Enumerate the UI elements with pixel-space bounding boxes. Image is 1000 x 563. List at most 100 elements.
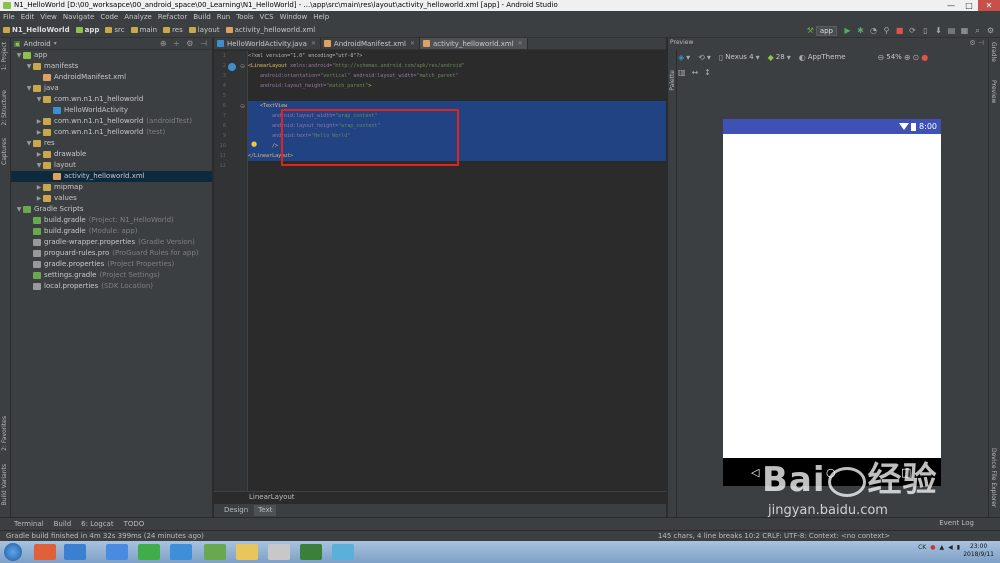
minimize-button[interactable]: — xyxy=(942,0,960,11)
breadcrumb-layout[interactable]: layout xyxy=(188,26,220,34)
chevron-right-icon[interactable]: ▶ xyxy=(35,193,43,204)
tree-item[interactable]: ▼ manifests xyxy=(11,61,212,72)
design-surface-select[interactable]: ◈ ▾ xyxy=(678,53,692,62)
chevron-down-icon[interactable]: ▾ xyxy=(54,40,57,47)
captures-tool-tab[interactable]: Captures xyxy=(1,138,8,165)
device-file-explorer-tab[interactable]: Device File Explorer xyxy=(990,448,997,507)
api-select[interactable]: ◆ 28 ▾ xyxy=(768,53,793,62)
logcat-tab[interactable]: 6: Logcat xyxy=(81,520,113,528)
tree-item[interactable]: gradle-wrapper.properties (Gradle Version… xyxy=(11,237,212,248)
build-tab[interactable]: Build xyxy=(54,520,72,528)
avd-manager-icon[interactable]: ▯ xyxy=(920,26,931,36)
orientation-select[interactable]: ⟲ ▾ xyxy=(698,53,713,62)
bird-app-icon[interactable] xyxy=(170,544,192,560)
menu-refactor[interactable]: Refactor xyxy=(158,13,187,21)
run-icon[interactable]: ▶ xyxy=(842,26,853,36)
tree-item[interactable]: ▶ values xyxy=(11,193,212,204)
menu-view[interactable]: View xyxy=(40,13,57,21)
fold-icon[interactable]: ⊖ xyxy=(240,103,245,110)
ie-icon[interactable] xyxy=(64,544,86,560)
ime-icon[interactable]: ● xyxy=(930,544,935,551)
device-select[interactable]: ▯ Nexus 4 ▾ xyxy=(719,53,762,62)
menu-file[interactable]: File xyxy=(3,13,15,21)
chevron-down-icon[interactable]: ▼ xyxy=(25,138,33,149)
zoom-fit-icon[interactable]: ⊙ xyxy=(913,53,920,62)
profile-icon[interactable]: ◔ xyxy=(868,26,879,36)
project-view-select[interactable]: Android xyxy=(24,40,51,48)
start-button[interactable] xyxy=(4,543,22,561)
zoom-out-icon[interactable]: ⊖ xyxy=(878,53,885,62)
gradle-tool-tab[interactable]: Gradle xyxy=(990,42,997,62)
project-structure-icon[interactable]: ▦ xyxy=(959,26,970,36)
maximize-button[interactable]: □ xyxy=(960,0,978,11)
menu-tools[interactable]: Tools xyxy=(236,13,253,21)
breadcrumb-file[interactable]: activity_helloworld.xml xyxy=(225,26,315,34)
todo-tab[interactable]: TODO xyxy=(124,520,145,528)
theme-select[interactable]: ◐ AppTheme xyxy=(799,53,846,62)
tree-item[interactable]: activity_helloworld.xml xyxy=(11,171,212,182)
chevron-down-icon[interactable]: ▼ xyxy=(35,94,43,105)
tray-icon[interactable]: ▲ xyxy=(939,544,944,551)
panel-options-icons[interactable]: ⚙ ⊣ xyxy=(969,38,984,48)
tree-item[interactable]: local.properties (SDK Location) xyxy=(11,281,212,292)
tree-item[interactable]: HelloWorldActivity xyxy=(11,105,212,116)
close-tab-icon[interactable]: ✕ xyxy=(311,40,316,47)
search-icon[interactable]: ⌕ xyxy=(972,26,983,36)
xml-breadcrumb[interactable]: LinearLayout xyxy=(214,491,666,503)
tree-item[interactable]: build.gradle (Project: N1_HelloWorld) xyxy=(11,215,212,226)
fold-icon[interactable]: ⊖ xyxy=(240,63,245,70)
tree-item[interactable]: ▼ Gradle Scripts xyxy=(11,204,212,215)
sync-icon[interactable]: ⟳ xyxy=(907,26,918,36)
chevron-down-icon[interactable]: ▼ xyxy=(25,83,33,94)
structure-tool-tab[interactable]: 2: Structure xyxy=(1,90,8,126)
app-icon[interactable] xyxy=(204,544,226,560)
error-icon[interactable]: ● xyxy=(921,53,928,62)
tree-item[interactable]: settings.gradle (Project Settings) xyxy=(11,270,212,281)
palette-tool-tab[interactable]: Palette xyxy=(669,70,676,91)
chevron-down-icon[interactable]: ▼ xyxy=(25,61,33,72)
close-button[interactable]: ✕ xyxy=(978,0,1000,11)
tree-item[interactable]: ▶ drawable xyxy=(11,149,212,160)
hammer-icon[interactable]: ⚒ xyxy=(805,26,816,36)
zoom-in-icon[interactable]: ⊕ xyxy=(904,53,911,62)
menu-help[interactable]: Help xyxy=(313,13,329,21)
layout-inspector-icon[interactable]: ▤ xyxy=(946,26,957,36)
breadcrumb-project[interactable]: N1_HelloWorld xyxy=(3,26,70,34)
network-icon[interactable]: ▮ xyxy=(957,544,960,551)
office-icon[interactable] xyxy=(34,544,56,560)
build-variants-tool-tab[interactable]: Build Variants xyxy=(1,464,8,505)
menu-edit[interactable]: Edit xyxy=(21,13,35,21)
tab-helloworldactivity[interactable]: HelloWorldActivity.java ✕ xyxy=(214,38,321,49)
sdk-manager-icon[interactable]: ⬇ xyxy=(933,26,944,36)
tree-item[interactable]: ▼ com.wn.n1.n1_helloworld xyxy=(11,94,212,105)
run-config-select[interactable]: app xyxy=(815,25,837,36)
panel-options-icons[interactable]: ⊕ ÷ ⚙ ⊣ xyxy=(160,39,209,48)
chevron-right-icon[interactable]: ▶ xyxy=(35,182,43,193)
menu-build[interactable]: Build xyxy=(193,13,211,21)
tree-item[interactable]: build.gradle (Module: app) xyxy=(11,226,212,237)
tree-item[interactable]: ▶ com.wn.n1.n1_helloworld (test) xyxy=(11,127,212,138)
volume-icon[interactable]: ◀ xyxy=(948,544,953,551)
breadcrumb-res[interactable]: res xyxy=(163,26,183,34)
chevron-down-icon[interactable]: ▼ xyxy=(35,160,43,171)
tree-item[interactable]: ▶ mipmap xyxy=(11,182,212,193)
menu-navigate[interactable]: Navigate xyxy=(63,13,94,21)
close-tab-icon[interactable]: ✕ xyxy=(410,40,415,47)
breadcrumb-main[interactable]: main xyxy=(130,26,157,34)
project-tool-tab[interactable]: 1: Project xyxy=(1,42,8,70)
tree-item[interactable]: ▶ com.wn.n1.n1_helloworld (androidTest) xyxy=(11,116,212,127)
paint-icon[interactable] xyxy=(268,544,290,560)
tree-item[interactable]: AndroidManifest.xml xyxy=(11,72,212,83)
debug-icon[interactable]: ✱ xyxy=(855,26,866,36)
settings-icon[interactable]: ⚙ xyxy=(985,26,996,36)
menu-code[interactable]: Code xyxy=(100,13,118,21)
chevron-right-icon[interactable]: ▶ xyxy=(35,149,43,160)
menu-run[interactable]: Run xyxy=(217,13,230,21)
tab-androidmanifest[interactable]: AndroidManifest.xml ✕ xyxy=(321,38,421,49)
attach-debugger-icon[interactable]: ⚲ xyxy=(881,26,892,36)
blueprint-toggle-icon[interactable]: ▥ xyxy=(678,68,686,77)
network-app-icon[interactable] xyxy=(106,544,128,560)
activity-gutter-icon[interactable] xyxy=(228,63,236,71)
chevron-down-icon[interactable]: ▼ xyxy=(15,204,23,215)
favorites-tool-tab[interactable]: 2: Favorites xyxy=(1,416,8,451)
